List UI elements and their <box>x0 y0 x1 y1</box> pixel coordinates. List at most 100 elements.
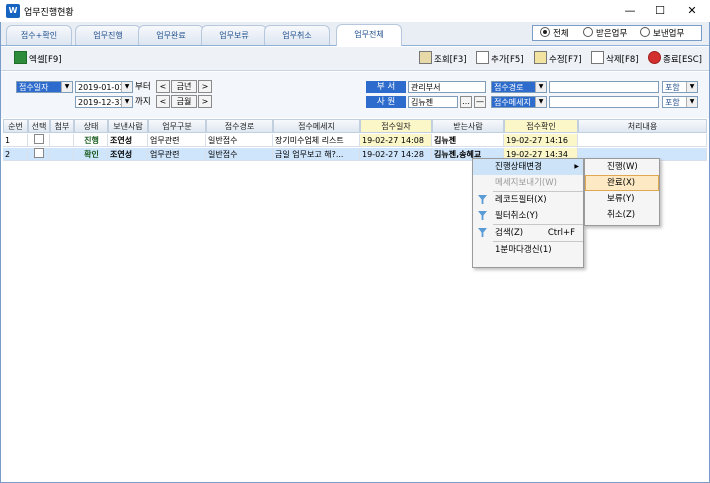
excel-button[interactable]: 엑셀[F9] <box>14 51 62 67</box>
col-header-sender[interactable]: 보낸사람 <box>108 119 148 133</box>
msg-type-select[interactable]: 접수메세지 ▼ <box>491 96 547 108</box>
radio-received[interactable]: 받은업무 <box>583 27 627 39</box>
edit-button[interactable]: 수정[F7] <box>534 51 582 67</box>
next-month-button[interactable]: > <box>198 95 212 108</box>
cell-confirm[interactable]: 19-02-27 14:16 <box>504 134 578 147</box>
cell-status[interactable]: 확인 <box>74 148 108 161</box>
col-header-select[interactable]: 선택 <box>28 119 50 133</box>
cell-receiver[interactable]: 김뉴젠 <box>432 134 504 147</box>
prev-month-button[interactable]: < <box>156 95 170 108</box>
date-to-suffix: 까지 <box>135 97 151 107</box>
radio-all[interactable]: 전체 <box>540 27 569 39</box>
add-button[interactable]: 추가[F5] <box>476 51 524 67</box>
cell-date[interactable]: 19-02-27 14:28 <box>360 148 432 161</box>
cell-attach[interactable] <box>50 134 74 147</box>
tab-on-hold[interactable]: 업무보류 <box>201 25 267 45</box>
cell-category[interactable]: 업무관련 <box>148 134 206 147</box>
cell-message[interactable]: 금일 업무보고 해?... <box>273 148 360 161</box>
search-button[interactable]: 조회[F3] <box>419 51 467 67</box>
emp-clear-button[interactable]: — <box>474 96 486 108</box>
title-bar <box>0 0 710 22</box>
cell-attach[interactable] <box>50 148 74 161</box>
cell-path[interactable]: 일반접수 <box>206 148 273 161</box>
tab-received-confirmed[interactable]: 접수+확인 <box>6 25 72 45</box>
cell-date[interactable]: 19-02-27 14:08 <box>360 134 432 147</box>
cell-process[interactable] <box>578 134 707 147</box>
submenu-item-complete[interactable]: 완료(X) <box>585 175 659 191</box>
window-title: 업무진행현황 <box>24 8 74 18</box>
col-header-attach[interactable]: 첨부 <box>50 119 74 133</box>
submenu-item-cancel[interactable]: 취소(Z) <box>585 207 659 223</box>
next-year-button[interactable]: > <box>198 80 212 93</box>
dropdown-icon: ▼ <box>686 82 697 92</box>
checkbox-icon <box>33 134 44 144</box>
menu-item-search[interactable]: 검색(Z) Ctrl+F <box>473 225 583 241</box>
cell-message[interactable]: 장기미수업체 리스트 <box>273 134 360 147</box>
menu-item-change-status[interactable]: 진행상태변경 ▶ <box>473 159 583 175</box>
menu-item-send-message[interactable]: 메세지보내기(W) <box>473 175 583 191</box>
close-button[interactable]: ✕ <box>676 0 708 22</box>
radio-selected-icon <box>540 27 550 37</box>
cell-sender[interactable]: 조연성 <box>108 148 148 161</box>
submenu-item-progress[interactable]: 진행(W) <box>585 159 659 175</box>
submenu-item-hold[interactable]: 보류(Y) <box>585 191 659 207</box>
search-icon <box>419 51 432 64</box>
col-header-message[interactable]: 접수메세지 <box>273 119 360 133</box>
delete-button[interactable]: 삭제[F8] <box>591 51 639 67</box>
cell-status[interactable]: 진행 <box>74 134 108 147</box>
date-type-select[interactable]: 접수일자 ▼ <box>16 81 73 93</box>
cell-category[interactable]: 업무관련 <box>148 148 206 161</box>
maximize-button[interactable]: ☐ <box>644 0 676 22</box>
match-select-2[interactable]: 포함 ▼ <box>662 96 698 108</box>
radio-sent[interactable]: 보낸업무 <box>640 27 684 39</box>
col-header-process[interactable]: 처리내용 <box>578 119 707 133</box>
tab-in-progress[interactable]: 업무진행 <box>75 25 141 45</box>
path-type-select[interactable]: 접수경로 ▼ <box>491 81 547 93</box>
tab-cancelled[interactable]: 업무취소 <box>264 25 330 45</box>
dept-input[interactable]: 관리부서 <box>408 81 486 93</box>
col-header-confirm[interactable]: 접수확인 <box>504 119 578 133</box>
date-to-value: 2019-12-31 <box>78 98 125 107</box>
match-1-value: 포함 <box>665 83 680 92</box>
menu-item-auto-refresh[interactable]: 1분마다갱신(1) <box>473 242 583 258</box>
col-header-category[interactable]: 업무구분 <box>148 119 206 133</box>
filter-cancel-icon <box>478 211 487 220</box>
match-select-1[interactable]: 포함 ▼ <box>662 81 698 93</box>
cell-seq[interactable]: 2 <box>3 148 28 161</box>
menu-item-cancel-filter[interactable]: 필터취소(Y) <box>473 208 583 224</box>
prev-year-button[interactable]: < <box>156 80 170 93</box>
delete-label: 삭제[F8] <box>606 55 639 65</box>
edit-icon <box>534 51 547 64</box>
excel-icon <box>14 51 27 64</box>
path-search-input[interactable] <box>549 81 659 93</box>
exit-button[interactable]: 종료[ESC] <box>648 51 702 67</box>
date-to-picker[interactable]: 2019-12-31 ▼ <box>75 96 133 108</box>
emp-input[interactable]: 김뉴젠 <box>408 96 458 108</box>
tab-all[interactable]: 업무전체 <box>336 24 402 46</box>
menu-item-record-filter[interactable]: 레코드필터(X) <box>473 192 583 208</box>
tab-completed[interactable]: 업무완료 <box>138 25 204 45</box>
col-header-seq[interactable]: 순번 <box>3 119 28 133</box>
msg-search-input[interactable] <box>549 96 659 108</box>
this-year-button[interactable]: 금년 <box>171 80 197 93</box>
row-checkbox[interactable] <box>28 148 50 161</box>
row-checkbox[interactable] <box>28 134 50 147</box>
emp-lookup-button[interactable]: … <box>460 96 472 108</box>
app-icon: W <box>6 4 20 18</box>
dept-label: 부 서 <box>366 81 406 93</box>
col-header-receiver[interactable]: 받는사람 <box>432 119 504 133</box>
cell-seq[interactable]: 1 <box>3 134 28 147</box>
cell-path[interactable]: 일반접수 <box>206 134 273 147</box>
add-label: 추가[F5] <box>491 55 524 65</box>
col-header-path[interactable]: 접수경로 <box>206 119 273 133</box>
this-month-button[interactable]: 금월 <box>171 95 197 108</box>
date-from-picker[interactable]: 2019-01-01 ▼ <box>75 81 133 93</box>
dropdown-icon: ▼ <box>121 82 132 92</box>
minimize-button[interactable]: — <box>614 0 646 22</box>
edit-label: 수정[F7] <box>549 55 582 65</box>
dropdown-icon: ▼ <box>535 97 546 107</box>
status-submenu: 진행(W) 완료(X) 보류(Y) 취소(Z) <box>584 158 660 226</box>
cell-sender[interactable]: 조연성 <box>108 134 148 147</box>
col-header-status[interactable]: 상태 <box>74 119 108 133</box>
col-header-date[interactable]: 접수일자 <box>360 119 432 133</box>
